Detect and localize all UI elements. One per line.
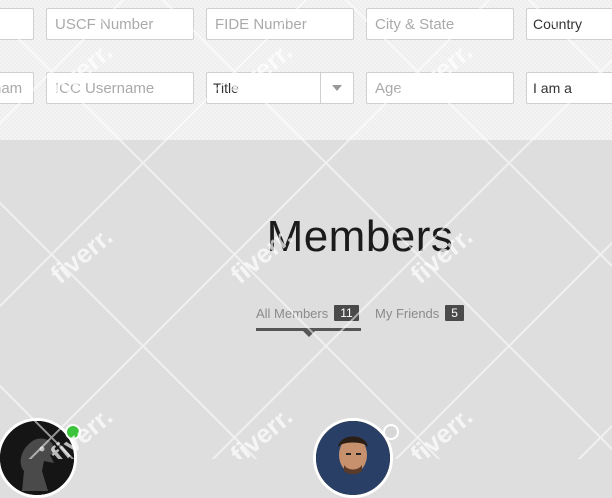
chevron-down-icon [332, 85, 342, 91]
title-select-label: Title [213, 80, 239, 96]
watermark-text: fiverr. [405, 401, 479, 459]
my-friends-count-badge: 5 [445, 305, 464, 321]
tab-all-members-label: All Members [256, 305, 329, 321]
username-input[interactable] [0, 72, 34, 104]
tab-my-friends-label: My Friends [375, 305, 440, 321]
all-members-count-badge: 11 [334, 305, 359, 321]
member-card-1[interactable] [0, 418, 81, 498]
page-title: Members [266, 212, 454, 261]
title-select[interactable]: Title [206, 72, 354, 104]
country-select[interactable]: Country [526, 8, 612, 40]
fide-number-input[interactable] [206, 8, 354, 40]
tab-all-members[interactable]: All Members 11 [256, 305, 359, 321]
online-status-dot [65, 424, 81, 440]
man-portrait-avatar[interactable] [313, 418, 393, 498]
tab-my-friends[interactable]: My Friends 5 [375, 305, 464, 321]
i-am-a-select-label: I am a [533, 80, 572, 96]
uscf-number-input[interactable] [46, 8, 194, 40]
offline-status-dot [383, 424, 399, 440]
active-tab-pointer [303, 331, 315, 337]
city-state-input[interactable] [366, 8, 514, 40]
partial-search-input[interactable] [0, 8, 34, 40]
age-input[interactable] [366, 72, 514, 104]
country-select-label: Country [533, 16, 583, 32]
i-am-a-select[interactable]: I am a [526, 72, 612, 104]
icc-username-input[interactable] [46, 72, 194, 104]
title-select-arrow[interactable] [320, 73, 353, 103]
member-search-panel: Country Title I am a [0, 0, 612, 140]
watermark-text: fiverr. [225, 401, 299, 459]
member-card-2[interactable] [313, 418, 399, 498]
